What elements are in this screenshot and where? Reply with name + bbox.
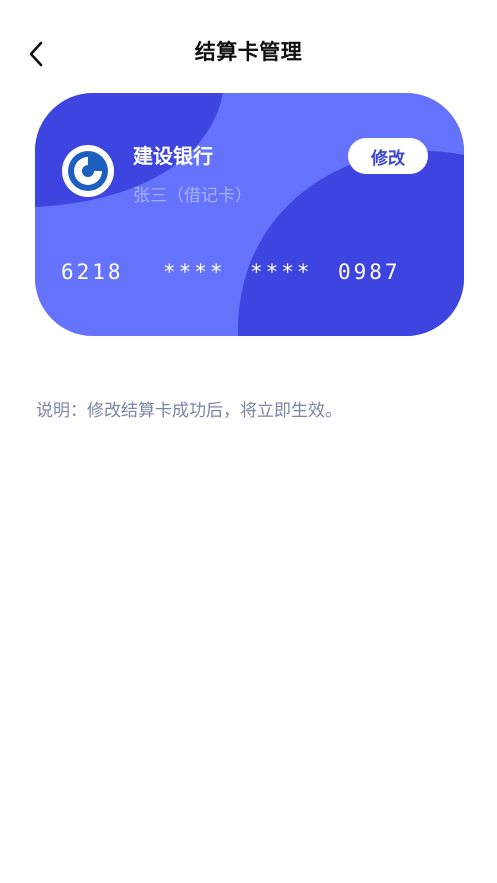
- card-number-segment: 0987: [338, 260, 401, 284]
- instruction-note: 说明：修改结算卡成功后，将立即生效。: [36, 401, 342, 421]
- bank-name: 建设银行: [133, 144, 213, 168]
- header: 结算卡管理: [0, 0, 497, 104]
- card-holder-info: 张三（借记卡）: [133, 186, 252, 206]
- card-background: [35, 93, 464, 336]
- page-title: 结算卡管理: [194, 40, 303, 64]
- card-number-segment: ****: [163, 260, 226, 284]
- edit-card-button[interactable]: 修改: [348, 138, 428, 174]
- bank-logo: [62, 145, 114, 197]
- ccb-bank-logo-icon: [68, 151, 108, 191]
- card-number-segment: 6218: [61, 260, 124, 284]
- bank-card: 建设银行 张三（借记卡） 修改 6218 **** **** 0987: [35, 93, 464, 336]
- card-number-segment: ****: [250, 260, 313, 284]
